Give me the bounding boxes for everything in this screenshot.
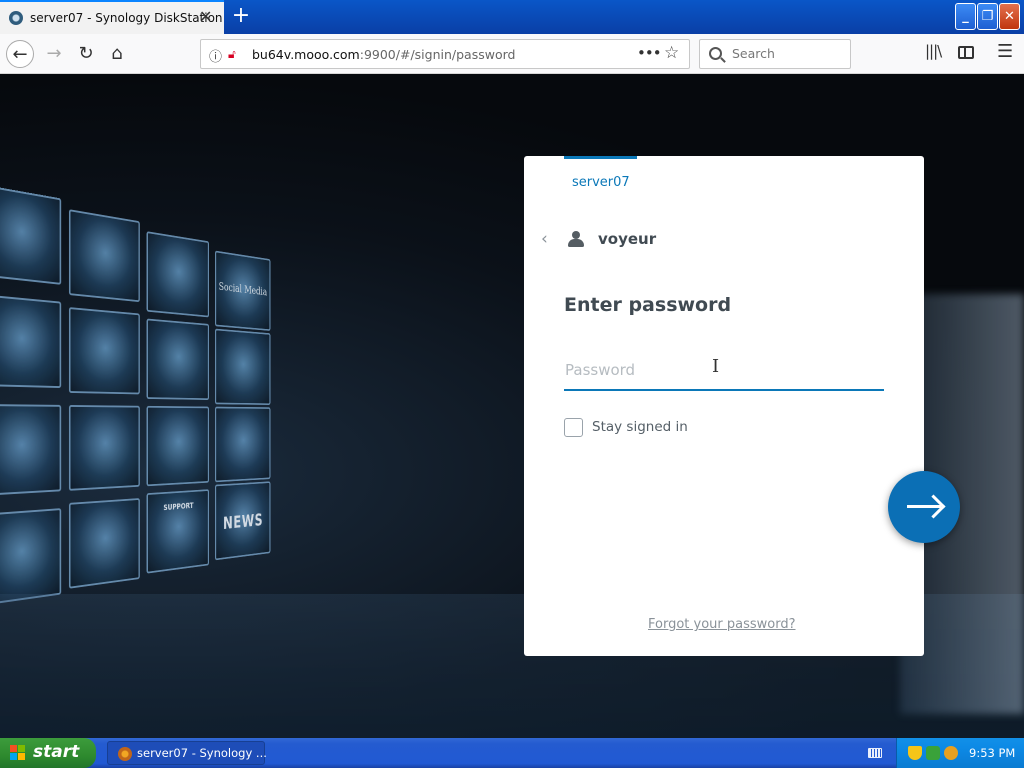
url-path: :9900/#/signin/password: [359, 47, 516, 62]
username-label: voyeur: [598, 230, 657, 248]
library-icon[interactable]: |||\: [925, 42, 942, 60]
password-field[interactable]: [564, 351, 884, 391]
search-icon: [709, 47, 722, 60]
chevron-left-icon[interactable]: ‹: [541, 229, 548, 249]
new-tab-button[interactable]: +: [230, 3, 252, 29]
browser-navbar: ← → ↻ ⌂ ⓘ 🔓︎ bu64v.mooo.com:9900/#/signi…: [0, 34, 1024, 74]
search-tray-icon[interactable]: [944, 746, 958, 760]
url-bar[interactable]: ⓘ 🔓︎ bu64v.mooo.com:9900/#/signin/passwo…: [200, 39, 690, 69]
search-input[interactable]: [732, 46, 842, 61]
background-screen: [0, 184, 62, 285]
keyboard-icon[interactable]: [868, 748, 882, 758]
start-button[interactable]: start: [0, 738, 96, 768]
background-screen: [0, 294, 62, 389]
background-screen: [0, 508, 62, 606]
background-screen: [68, 498, 140, 589]
signin-card: server07 ‹ voyeur Enter password I Stay …: [524, 156, 924, 656]
user-icon: [568, 231, 584, 247]
background-screen: Social Media: [215, 250, 271, 331]
background-screen: [68, 307, 140, 395]
browser-tab[interactable]: server07 - Synology DiskStation ✕: [0, 0, 224, 34]
background-screen: [146, 318, 210, 401]
system-tray: 9:53 PM: [896, 738, 1024, 768]
clock: 9:53 PM: [969, 746, 1016, 760]
background-screen: [146, 231, 210, 318]
reload-icon[interactable]: ↻: [72, 40, 100, 68]
security-shield-icon[interactable]: [908, 746, 922, 760]
taskbar-item-label: server07 - Synology ...: [137, 746, 267, 760]
info-icon[interactable]: ⓘ: [209, 46, 222, 65]
taskbar: start server07 - Synology ... 9:53 PM: [0, 738, 1024, 768]
forward-arrow-icon[interactable]: →: [40, 40, 68, 68]
background-screen: SUPPORT: [146, 489, 210, 574]
minimize-window-button[interactable]: _: [955, 3, 976, 30]
server-name: server07: [572, 175, 630, 190]
background-screen: [215, 328, 271, 405]
synology-favicon-icon: [9, 11, 23, 25]
sidebar-toggle-icon[interactable]: [958, 46, 974, 59]
arrow-right-icon: [907, 505, 941, 508]
close-window-button[interactable]: ✕: [999, 3, 1020, 30]
screen-label-support: SUPPORT: [163, 501, 194, 513]
back-arrow-icon[interactable]: ←: [6, 40, 34, 68]
text-cursor-icon: I: [712, 356, 720, 377]
url-text[interactable]: bu64v.mooo.com:9900/#/signin/password: [252, 47, 515, 62]
background-screen: [0, 404, 62, 496]
stay-signed-in-checkbox[interactable]: [564, 418, 583, 437]
page-title: Enter password: [564, 294, 732, 316]
windows-logo-icon: [10, 745, 26, 761]
hamburger-menu-icon[interactable]: ☰: [997, 41, 1013, 62]
home-icon[interactable]: ⌂: [103, 40, 131, 68]
background-screen: [68, 209, 140, 303]
maximize-window-button[interactable]: ❐: [977, 3, 998, 30]
start-label: start: [33, 742, 80, 762]
browser-titlebar: server07 - Synology DiskStation ✕ + _ ❐ …: [0, 0, 1024, 34]
background-screen: [146, 405, 210, 487]
page-content: Social Media SUPPORT NEWS server07 ‹ voy…: [0, 74, 1024, 738]
close-tab-icon[interactable]: ✕: [199, 8, 212, 26]
firefox-icon: [118, 747, 132, 761]
submit-arrow-button[interactable]: [888, 471, 960, 543]
tab-title: server07 - Synology DiskStation: [30, 11, 223, 25]
screen-label-news: NEWS: [223, 510, 264, 534]
network-icon[interactable]: [926, 746, 940, 760]
page-actions-icon[interactable]: •••: [637, 44, 662, 62]
background-video-wall: Social Media SUPPORT NEWS: [0, 184, 280, 654]
taskbar-item-browser[interactable]: server07 - Synology ...: [107, 741, 267, 765]
bookmark-star-icon[interactable]: ☆: [664, 43, 679, 63]
screen-label-social-media: Social Media: [218, 280, 268, 299]
forgot-password-link[interactable]: Forgot your password?: [648, 617, 796, 632]
stay-signed-in-label[interactable]: Stay signed in: [592, 419, 688, 435]
background-screen: [68, 405, 140, 491]
search-bar[interactable]: [699, 39, 851, 69]
url-host: bu64v.mooo.com: [252, 47, 360, 62]
insecure-lock-icon[interactable]: 🔓︎: [228, 47, 242, 61]
background-screen: NEWS: [215, 481, 271, 561]
background-screen: [215, 406, 271, 483]
server-tab-indicator: [564, 156, 637, 159]
